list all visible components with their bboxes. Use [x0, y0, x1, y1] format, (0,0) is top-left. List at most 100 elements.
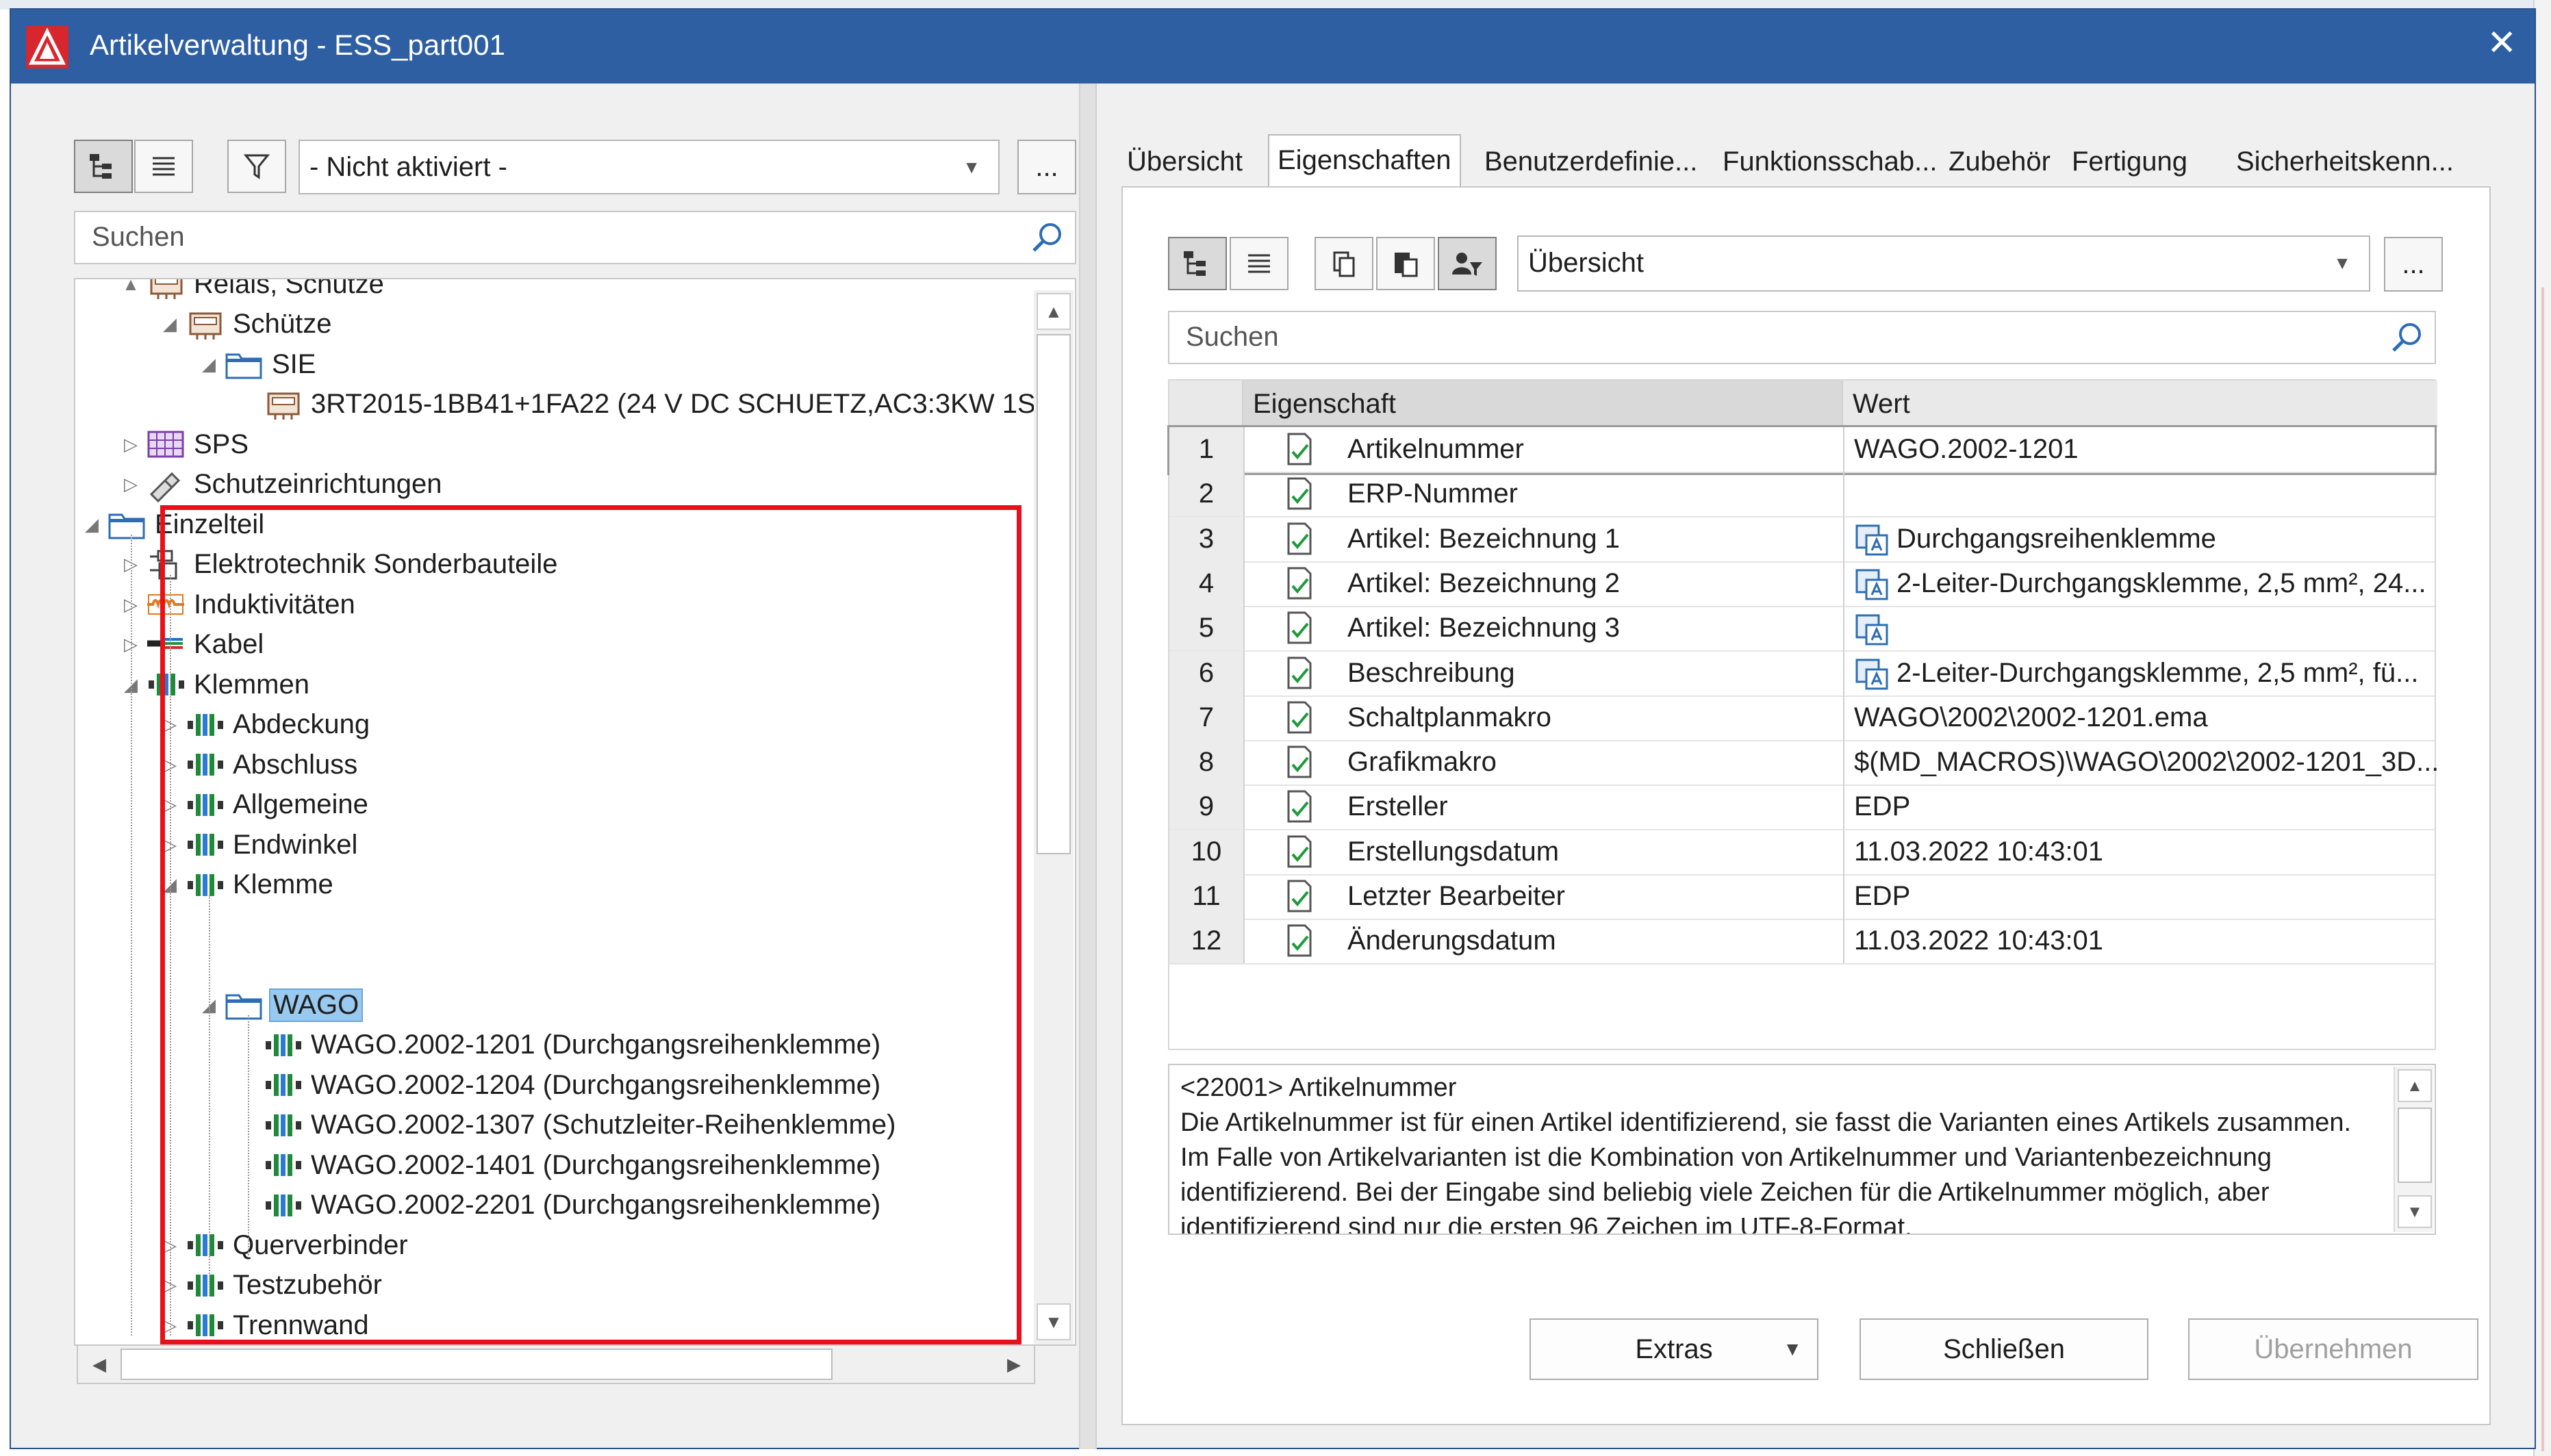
grid-row[interactable]: 7 Schaltplanmakro WAGO\2002\2002-1201.ema: [1169, 695, 2435, 741]
property-grid[interactable]: Eigenschaft Wert 1 Artikelnummer WAGO.2002…: [1167, 379, 2437, 1050]
scroll-down-icon[interactable]: ▼: [1037, 1303, 1071, 1340]
collapse-arrow-icon[interactable]: ▲: [117, 279, 144, 295]
property-value[interactable]: 2-Leiter-Durchgangsklemme, 2,5 mm², 24..…: [1843, 561, 2437, 606]
grid-tree-view-button[interactable]: [1168, 237, 1227, 290]
property-value[interactable]: [1843, 472, 2437, 517]
scroll-thumb[interactable]: [1037, 334, 1071, 854]
grid-row[interactable]: 2 ERP-Nummer: [1169, 472, 2435, 518]
tree-view-button[interactable]: [74, 140, 133, 193]
scroll-left-icon[interactable]: ◀: [81, 1347, 118, 1381]
row-number: 1: [1169, 427, 1245, 472]
close-button[interactable]: Schließen: [1860, 1318, 2148, 1380]
hscroll-thumb[interactable]: [120, 1349, 833, 1380]
grid-row[interactable]: 4 Artikel: Bezeichnung 2 2-Leiter-Durchgan…: [1169, 561, 2435, 607]
view-more-button[interactable]: ...: [2384, 237, 2443, 292]
collapse-arrow-icon[interactable]: ◢: [195, 354, 223, 375]
property-value[interactable]: 11.03.2022 10:43:01: [1843, 919, 2437, 964]
property-value[interactable]: WAGO\2002\2002-1201.ema: [1843, 695, 2437, 740]
close-icon[interactable]: ✕: [2487, 19, 2517, 67]
plc-icon: [144, 426, 187, 462]
grid-row[interactable]: 12 Änderungsdatum 11.03.2022 10:43:01: [1169, 919, 2435, 965]
tab-benutzerdefinie[interactable]: Benutzerdefinie...: [1476, 137, 1705, 186]
property-value[interactable]: WAGO.2002-1201: [1843, 427, 2437, 472]
property-value[interactable]: 2-Leiter-Durchgangsklemme, 2,5 mm², fü..…: [1843, 650, 2437, 695]
tree-search-input[interactable]: Suchen: [74, 211, 1076, 264]
scroll-right-icon[interactable]: ▶: [995, 1347, 1032, 1381]
filter-more-button[interactable]: ...: [1017, 140, 1076, 194]
grid-row[interactable]: 6 Beschreibung 2-Leiter-Durchgangsklemme, …: [1169, 650, 2437, 697]
tree-node[interactable]: ▷ SPS: [117, 424, 251, 464]
property-value-text: 2-Leiter-Durchgangsklemme, 2,5 mm², fü..…: [1896, 657, 2419, 688]
grid-row[interactable]: 10 Erstellungsdatum 11.03.2022 10:43:01: [1169, 829, 2437, 876]
property-value[interactable]: EDP: [1843, 784, 2437, 830]
grid-row[interactable]: 1 Artikelnummer WAGO.2002-1201: [1167, 425, 2437, 475]
collapse-arrow-icon[interactable]: ◢: [78, 514, 105, 535]
scroll-up-icon[interactable]: ▲: [1037, 293, 1071, 330]
translate-icon[interactable]: [1854, 657, 1890, 691]
tree-vertical-scrollbar[interactable]: ▲ ▼: [1034, 290, 1074, 1344]
grid-row[interactable]: 3 Artikel: Bezeichnung 1 Durchgangsreihenk…: [1169, 516, 2437, 563]
grid-row[interactable]: 11 Letzter Bearbeiter EDP: [1169, 874, 2435, 920]
collapse-arrow-icon[interactable]: ◢: [156, 314, 183, 335]
tree-horizontal-scrollbar[interactable]: ◀ ▶: [77, 1344, 1035, 1384]
tree-node-label: Schütze: [233, 309, 332, 339]
translate-icon[interactable]: [1854, 567, 1890, 602]
tree-node[interactable]: 3RT2015-1BB41+1FA22 (24 V DC SCHUETZ,AC3…: [234, 385, 1039, 424]
property-value[interactable]: EDP: [1843, 874, 2437, 919]
translate-icon[interactable]: [1854, 523, 1890, 557]
grid-row[interactable]: 5 Artikel: Bezeichnung 3: [1169, 606, 2435, 652]
paste-button[interactable]: [1376, 237, 1435, 290]
extras-button[interactable]: Extras ▼: [1530, 1318, 1818, 1380]
grid-list-view-button[interactable]: [1230, 237, 1289, 290]
tab-zubehör[interactable]: Zubehör: [1940, 137, 2059, 186]
property-value-text: WAGO\2002\2002-1201.ema: [1854, 702, 2208, 732]
copy-button[interactable]: [1315, 237, 1373, 290]
user-settings-button[interactable]: [1438, 237, 1497, 290]
description-scrollbar[interactable]: ▲ ▼: [2394, 1067, 2433, 1232]
view-dropdown[interactable]: Übersicht ▼: [1517, 235, 2370, 292]
tab-übersicht[interactable]: Übersicht: [1119, 137, 1251, 186]
scroll-up-icon[interactable]: ▲: [2398, 1069, 2432, 1102]
tree-node[interactable]: ▲ Relais, Schütze: [117, 279, 387, 304]
grid-corner-header[interactable]: [1169, 381, 1243, 427]
tab-sicherheitskenn[interactable]: Sicherheitskenn...: [2228, 137, 2462, 186]
search-icon[interactable]: [2388, 319, 2425, 356]
scroll-thumb[interactable]: [2398, 1108, 2432, 1183]
tree-node[interactable]: ▷ Schutzeinrichtungen: [117, 465, 444, 505]
tree-node[interactable]: ◢ Schütze: [156, 305, 335, 344]
filter-button[interactable]: [227, 140, 286, 193]
property-name: ERP-Nummer: [1347, 478, 1518, 509]
document-check-icon: [1284, 923, 1315, 958]
column-header-value[interactable]: Wert: [1843, 381, 2437, 427]
translate-icon[interactable]: [1854, 613, 1890, 647]
chevron-down-icon: ▼: [1783, 1338, 1802, 1359]
expand-arrow-icon[interactable]: ▷: [117, 434, 144, 455]
tab-eigenschaften[interactable]: Eigenschaften: [1268, 134, 1461, 190]
grid-row[interactable]: 9 Ersteller EDP: [1169, 784, 2437, 831]
grid-row[interactable]: 8 Grafikmakro $(MD_MACROS)\WAGO\2002\2002-…: [1169, 740, 2437, 787]
property-value[interactable]: [1843, 606, 2437, 651]
column-header-property[interactable]: Eigenschaft: [1243, 381, 1843, 427]
scroll-down-icon[interactable]: ▼: [2398, 1195, 2432, 1228]
property-value[interactable]: 11.03.2022 10:43:01: [1843, 829, 2437, 874]
list-view-icon: [1248, 254, 1270, 273]
panel-splitter[interactable]: [1079, 84, 1097, 1449]
row-number: 3: [1169, 516, 1245, 561]
filter-dropdown[interactable]: - Nicht aktiviert - ▼: [299, 140, 1000, 194]
list-view-button[interactable]: [134, 140, 193, 193]
tab-funktionsschab[interactable]: Funktionsschab...: [1714, 137, 1946, 186]
tree-node[interactable]: ◢ SIE: [195, 344, 318, 384]
property-search-input[interactable]: Suchen: [1168, 311, 2436, 364]
row-number: 12: [1169, 919, 1245, 964]
view-dropdown-value: Übersicht: [1528, 248, 1644, 278]
search-icon[interactable]: [1028, 219, 1065, 256]
tab-fertigung[interactable]: Fertigung: [2064, 137, 2196, 186]
tree-view-icon: [1184, 251, 1206, 276]
title-bar[interactable]: Artikelverwaltung - ESS_part001 ✕: [11, 10, 2535, 84]
property-value-text: $(MD_MACROS)\WAGO\2002\2002-1201_3D....: [1854, 747, 2437, 778]
document-check-icon: [1284, 700, 1315, 735]
property-value[interactable]: $(MD_MACROS)\WAGO\2002\2002-1201_3D....: [1843, 740, 2437, 785]
apply-button[interactable]: Übernehmen: [2188, 1318, 2478, 1380]
property-value[interactable]: Durchgangsreihenklemme: [1843, 516, 2437, 561]
expand-arrow-icon[interactable]: ▷: [117, 474, 144, 495]
